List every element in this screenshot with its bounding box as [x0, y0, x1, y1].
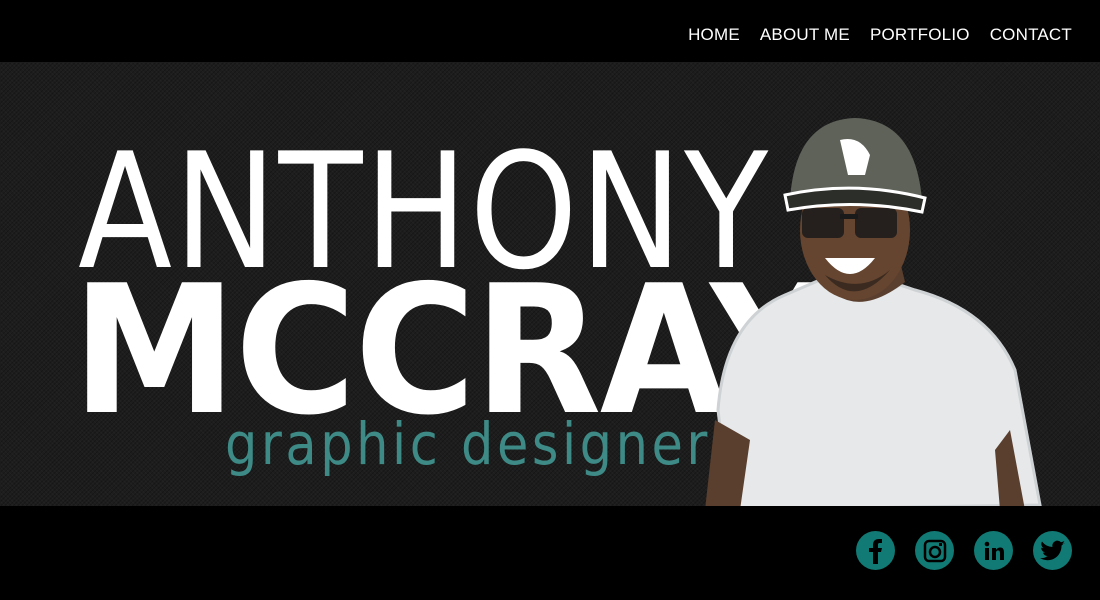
social-links [856, 531, 1072, 570]
hero-role: graphic designer [225, 410, 711, 478]
twitter-link[interactable] [1033, 531, 1072, 570]
nav-contact[interactable]: CONTACT [990, 25, 1072, 44]
linkedin-icon [984, 541, 1004, 560]
facebook-icon [868, 538, 882, 564]
nav-menu: HOME ABOUT ME PORTFOLIO CONTACT [688, 25, 1072, 45]
instagram-icon [923, 539, 946, 562]
nav-home[interactable]: HOME [688, 25, 740, 44]
facebook-link[interactable] [856, 531, 895, 570]
instagram-link[interactable] [915, 531, 954, 570]
footer [0, 506, 1100, 600]
linkedin-link[interactable] [974, 531, 1013, 570]
nav-about-me[interactable]: ABOUT ME [760, 25, 850, 44]
avatar-illustration [705, 118, 1042, 506]
hero-banner: ANTHONY MCCRAY graphic designer [0, 62, 1100, 506]
top-nav: HOME ABOUT ME PORTFOLIO CONTACT [0, 0, 1100, 62]
nav-portfolio[interactable]: PORTFOLIO [870, 25, 970, 44]
twitter-icon [1039, 540, 1065, 560]
